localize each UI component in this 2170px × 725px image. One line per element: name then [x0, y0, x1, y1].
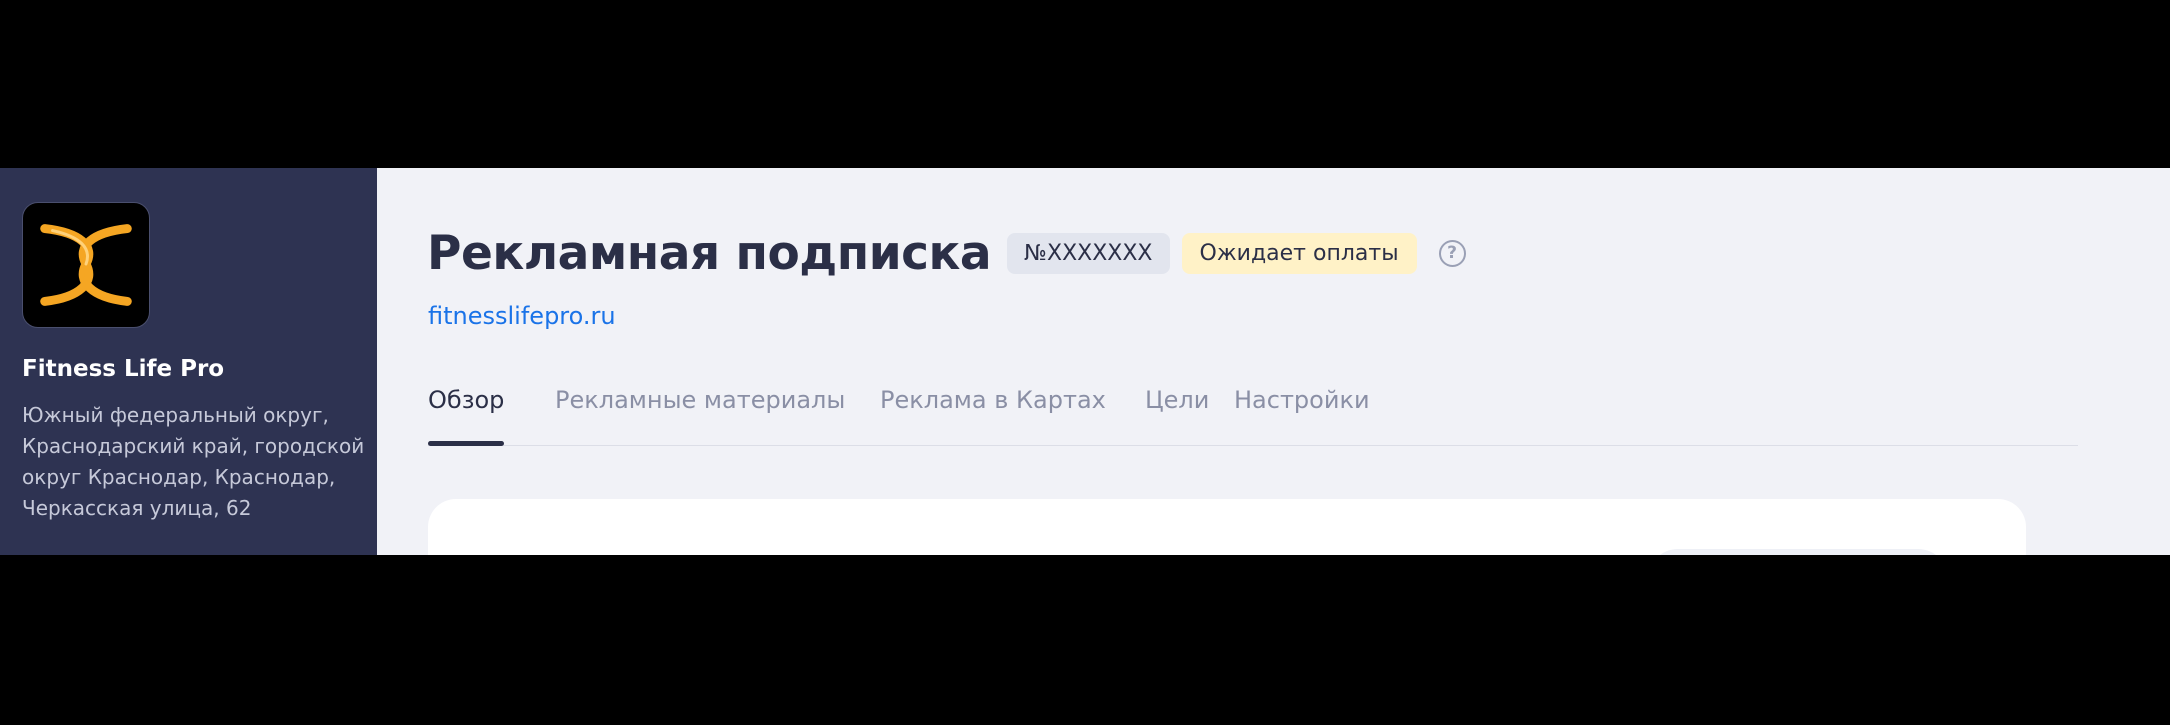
main-content: Рекламная подписка №XXXXXXX Ожидает опла…	[377, 168, 2170, 555]
overview-card	[428, 499, 2026, 555]
company-address: Южный федеральный округ, Краснодарский к…	[22, 403, 365, 520]
tab-settings[interactable]: Настройки	[1234, 386, 1370, 414]
tab-bar: Обзор Рекламные материалы Реклама в Карт…	[428, 386, 2078, 446]
page-title: Рекламная подписка	[427, 226, 992, 281]
tab-overview[interactable]: Обзор	[428, 386, 505, 446]
app-frame: Fitness Life Pro Южный федеральный округ…	[0, 168, 2170, 555]
tab-ad-materials[interactable]: Рекламные материалы	[555, 386, 845, 414]
fitness-life-pro-logo-icon	[40, 224, 132, 306]
card-action-button[interactable]	[1648, 549, 1948, 555]
company-name: Fitness Life Pro	[22, 356, 225, 382]
company-logo[interactable]	[22, 202, 150, 328]
page-header: Рекламная подписка №XXXXXXX Ожидает опла…	[427, 226, 1466, 281]
subscription-number-badge: №XXXXXXX	[1007, 233, 1170, 274]
question-icon[interactable]: ?	[1438, 240, 1466, 267]
tab-ads-in-maps[interactable]: Реклама в Картах	[880, 386, 1106, 414]
sidebar: Fitness Life Pro Южный федеральный округ…	[0, 168, 377, 555]
status-badge: Ожидает оплаты	[1181, 233, 1417, 274]
site-link[interactable]: fitnesslifepro.ru	[428, 302, 616, 330]
tab-goals[interactable]: Цели	[1145, 386, 1209, 414]
